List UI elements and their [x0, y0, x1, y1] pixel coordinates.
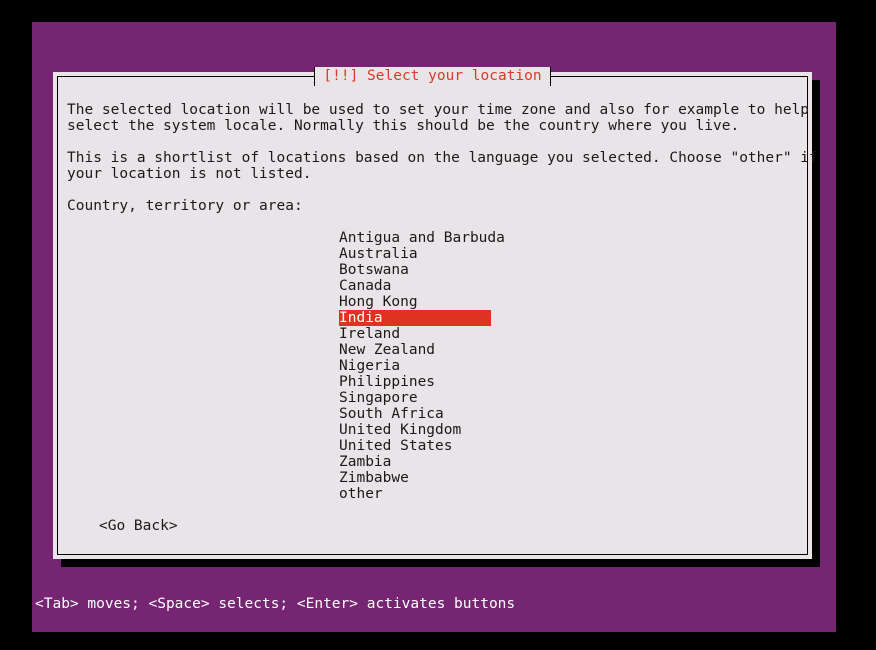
country-list-item[interactable]: Botswana [339, 262, 491, 278]
country-list-item[interactable]: United Kingdom [339, 422, 491, 438]
country-list-item[interactable]: Zambia [339, 454, 491, 470]
go-back-button[interactable]: <Go Back> [99, 518, 178, 534]
title-rule-tick-right [549, 67, 551, 86]
dialog-title: [!!] Select your location [315, 67, 550, 86]
country-list-item[interactable]: India [339, 310, 491, 326]
dialog-titlebar: [!!] Select your location [57, 67, 808, 86]
country-list-item[interactable]: Antigua and Barbuda [339, 230, 505, 246]
installer-screen: [!!] Select your location The selected l… [0, 0, 876, 650]
country-list-item[interactable]: Hong Kong [339, 294, 491, 310]
country-list[interactable]: Antigua and Barbuda Australia Botswana Cana… [67, 230, 802, 502]
description-line-2: select the system locale. Normally this … [67, 118, 740, 134]
description-line-3: This is a shortlist of locations based o… [67, 150, 818, 166]
country-list-item[interactable]: Philippines [339, 374, 491, 390]
country-list-item[interactable]: New Zealand [339, 342, 491, 358]
dialog-button-row: <Go Back> [67, 518, 802, 534]
body-spacer-1 [67, 134, 802, 150]
country-list-item[interactable]: other [339, 486, 491, 502]
country-prompt-label: Country, territory or area: [67, 198, 303, 214]
description-line-4: your location is not listed. [67, 166, 312, 182]
country-list-item[interactable]: South Africa [339, 406, 491, 422]
country-list-item[interactable]: Australia [339, 246, 491, 262]
country-list-item[interactable]: Singapore [339, 390, 491, 406]
keyboard-hint-text: <Tab> moves; <Space> selects; <Enter> ac… [35, 596, 516, 612]
country-list-item[interactable]: Zimbabwe [339, 470, 491, 486]
country-list-item[interactable]: United States [339, 438, 491, 454]
dialog-body: The selected location will be used to se… [67, 102, 818, 551]
country-list-item[interactable]: Ireland [339, 326, 491, 342]
footer-hint-bar: <Tab> moves; <Space> selects; <Enter> ac… [32, 594, 836, 614]
select-location-dialog: [!!] Select your location The selected l… [53, 67, 818, 559]
body-spacer-2 [67, 182, 802, 198]
country-list-item[interactable]: Nigeria [339, 358, 491, 374]
description-line-1: The selected location will be used to se… [67, 102, 810, 118]
country-list-item[interactable]: Canada [339, 278, 491, 294]
